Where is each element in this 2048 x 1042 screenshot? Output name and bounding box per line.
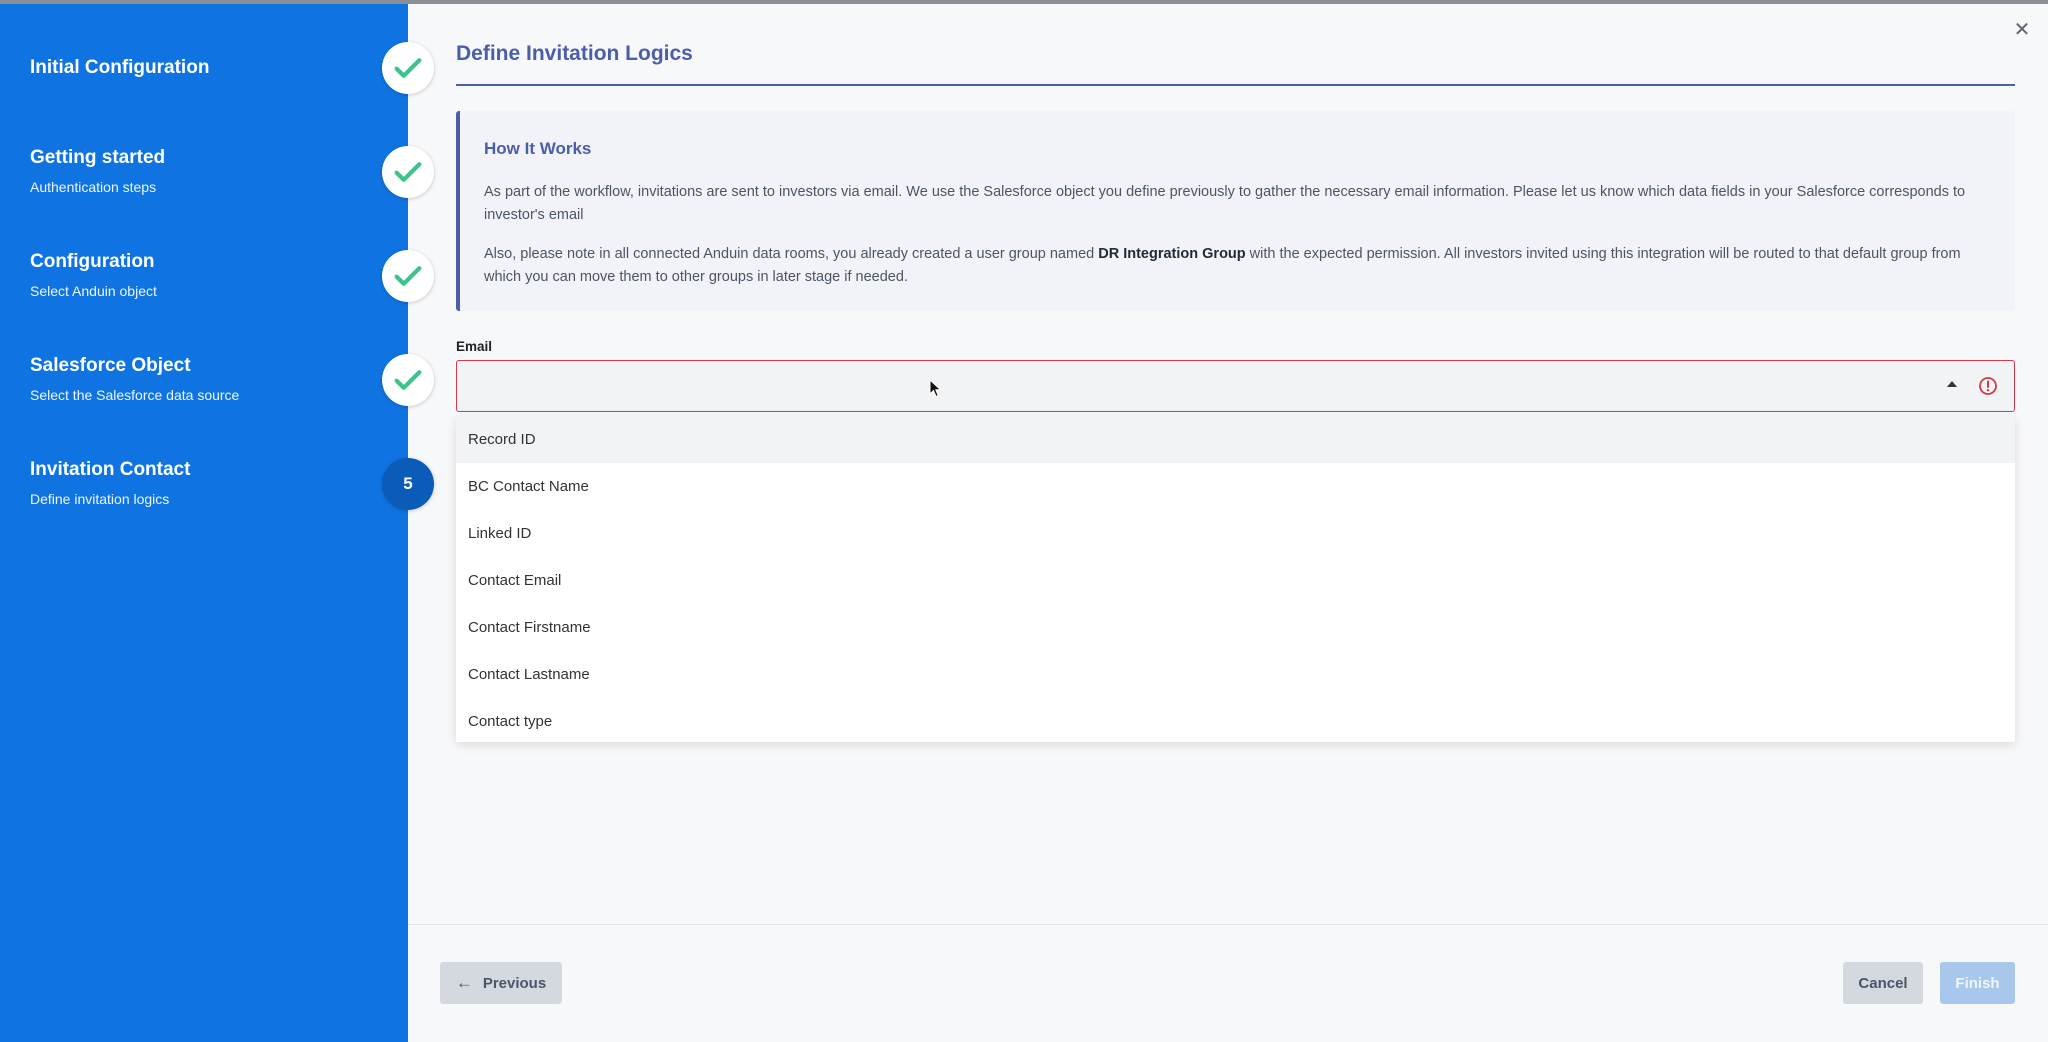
wizard-modal: Initial Configuration Getting started Au… bbox=[0, 4, 2048, 1042]
step-subtitle: Select Anduin object bbox=[30, 283, 157, 299]
step-title: Getting started bbox=[30, 147, 166, 168]
arrow-left-icon: ← bbox=[455, 973, 473, 992]
close-icon[interactable]: ✕ bbox=[2012, 20, 2032, 40]
caret-up-icon[interactable] bbox=[1947, 381, 1957, 387]
check-icon bbox=[394, 370, 422, 390]
step-title: Configuration bbox=[30, 251, 155, 272]
email-field-label: Email bbox=[456, 339, 493, 354]
dropdown-option-contact-type[interactable]: Contact type bbox=[456, 698, 2015, 745]
check-icon bbox=[394, 162, 422, 182]
check-icon bbox=[394, 266, 422, 286]
email-select[interactable] bbox=[456, 360, 2015, 412]
step-configuration: Configuration Select Anduin object bbox=[30, 250, 157, 300]
cancel-button[interactable]: Cancel bbox=[1843, 962, 1923, 1004]
callout-paragraph-2: Also, please note in all connected Andui… bbox=[484, 243, 1994, 289]
previous-button-label: Previous bbox=[482, 974, 547, 992]
dropdown-option-contact-email[interactable]: Contact Email bbox=[456, 557, 2015, 604]
check-icon bbox=[394, 58, 422, 78]
footer-divider bbox=[408, 924, 2048, 925]
email-dropdown-menu: Record ID BC Contact Name Linked ID Cont… bbox=[456, 416, 2015, 742]
how-it-works-callout: How It Works As part of the workflow, in… bbox=[456, 111, 2015, 311]
step-title: Salesforce Object bbox=[30, 355, 191, 376]
dropdown-option-contact-lastname[interactable]: Contact Lastname bbox=[456, 651, 2015, 698]
step-subtitle: Define invitation logics bbox=[30, 491, 170, 507]
step-initial-configuration: Initial Configuration bbox=[30, 56, 209, 80]
step-title: Initial Configuration bbox=[30, 57, 210, 78]
dropdown-option-contact-firstname[interactable]: Contact Firstname bbox=[456, 604, 2015, 651]
group-name-highlight: DR Integration Group bbox=[1098, 246, 1246, 262]
steps-sidebar: Initial Configuration Getting started Au… bbox=[0, 4, 408, 1042]
step-salesforce-object: Salesforce Object Select the Salesforce … bbox=[30, 354, 239, 404]
step-4-complete-marker bbox=[382, 354, 434, 406]
dropdown-option-linked-id[interactable]: Linked ID bbox=[456, 510, 2015, 557]
step-subtitle: Select the Salesforce data source bbox=[30, 387, 240, 403]
step-getting-started: Getting started Authentication steps bbox=[30, 146, 165, 196]
step-5-current-marker: 5 bbox=[382, 458, 434, 510]
step-title: Invitation Contact bbox=[30, 459, 191, 480]
finish-button[interactable]: Finish bbox=[1940, 962, 2015, 1004]
dropdown-option-record-id[interactable]: Record ID bbox=[456, 416, 2015, 463]
callout-paragraph-1: As part of the workflow, invitations are… bbox=[484, 184, 1966, 223]
step-3-complete-marker bbox=[382, 250, 434, 302]
dropdown-option-bc-contact-name[interactable]: BC Contact Name bbox=[456, 463, 2015, 510]
step-subtitle: Authentication steps bbox=[30, 179, 157, 195]
previous-button[interactable]: ← Previous bbox=[440, 962, 562, 1004]
mouse-cursor-icon bbox=[929, 379, 942, 398]
page-title: Define Invitation Logics bbox=[456, 42, 693, 65]
callout-title: How It Works bbox=[484, 139, 592, 158]
callout-text: Also, please note in all connected Andui… bbox=[484, 246, 1099, 262]
error-icon bbox=[1979, 377, 1997, 395]
step-invitation-contact: Invitation Contact Define invitation log… bbox=[30, 458, 190, 508]
step-2-complete-marker bbox=[382, 146, 434, 198]
title-divider bbox=[456, 84, 2015, 86]
step-1-complete-marker bbox=[382, 42, 434, 94]
